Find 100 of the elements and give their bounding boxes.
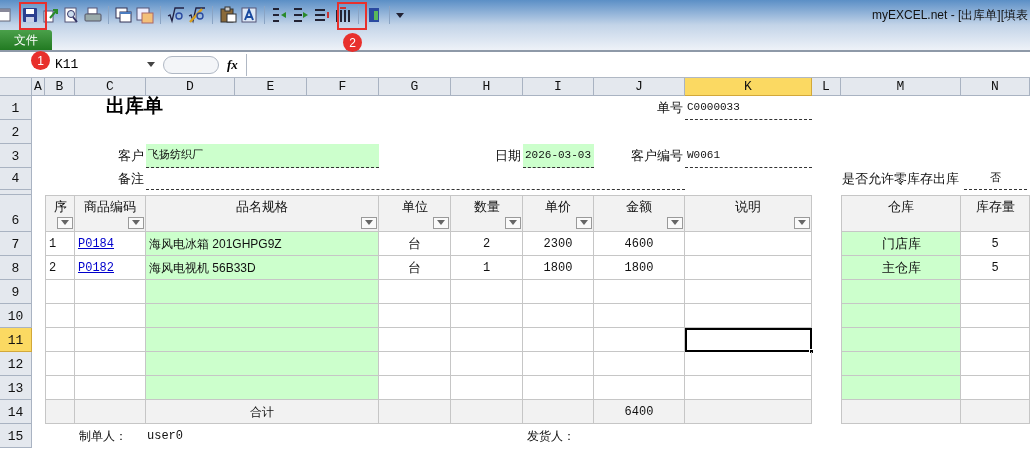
table-cell [379,352,451,376]
table-cell: 2 [45,256,75,280]
row-header[interactable]: 1 [0,96,32,120]
product-code-link[interactable]: P0182 [78,258,114,277]
column-header[interactable]: D [146,78,235,96]
font-icon[interactable] [240,6,258,24]
caret-icon [798,220,806,226]
row-header[interactable]: 10 [0,304,32,328]
column-header[interactable]: I [523,78,594,96]
table-cell [451,352,523,376]
column-header[interactable]: B [45,78,75,96]
table-cell[interactable] [685,304,812,328]
table-cell [379,304,451,328]
table-cell: 1 [45,232,75,256]
row-header[interactable]: 6 [0,195,32,232]
caret-icon [132,220,140,226]
table-cell [75,400,146,424]
row-header[interactable]: 9 [0,280,32,304]
row-header[interactable]: 4 [0,168,32,190]
filter-button[interactable] [361,216,377,229]
search-icon[interactable] [63,6,81,24]
table-cell [961,352,1030,376]
table-cell[interactable] [685,400,812,424]
row-header[interactable]: 7 [0,232,32,256]
formula-icon[interactable] [167,6,185,24]
list-icon[interactable] [313,6,331,24]
field-value[interactable]: 飞扬纺织厂 [146,144,379,168]
table-cell [451,328,523,352]
column-header: 库存量 [975,198,1015,216]
row-header[interactable]: 15 [0,424,32,448]
table-cell[interactable] [685,256,812,280]
table-cell: 2300 [523,232,594,256]
column-header: 仓库 [888,198,914,216]
formula-bar-handle[interactable] [163,55,219,74]
filter-button[interactable] [794,216,810,229]
filter-button[interactable] [433,216,449,229]
row-header[interactable]: 3 [0,144,32,168]
field-value[interactable]: 2026-03-03 [523,144,594,168]
filter-button[interactable] [667,216,683,229]
row-header[interactable]: 14 [0,400,32,424]
name-box[interactable]: K11 [55,55,155,74]
caret-icon [509,220,517,226]
filter-button[interactable] [128,216,144,229]
save-icon[interactable] [21,6,39,24]
image-icon[interactable] [136,6,154,24]
row-header[interactable]: 13 [0,376,32,400]
column-header[interactable]: K [685,78,812,96]
row-header[interactable]: 8 [0,256,32,280]
field-value[interactable]: 否 [964,168,1027,190]
table-cell [45,280,75,304]
caret-icon[interactable] [396,12,404,18]
field-value[interactable]: C0000033 [685,96,812,120]
formula-icon[interactable] [188,6,206,24]
table-cell [523,280,594,304]
table-cell: 6400 [594,400,685,424]
table-cell [451,304,523,328]
table-cell [961,328,1030,352]
table-cell [451,400,523,424]
column-header[interactable]: G [379,78,451,96]
column-header[interactable]: L [812,78,841,96]
field-label: 是否允许零库存出库 [842,170,959,189]
filter-button[interactable] [57,216,73,229]
highlight-frame [337,2,367,30]
filter-button[interactable] [505,216,521,229]
row-header[interactable]: 11 [0,328,32,352]
row-header[interactable]: 2 [0,120,32,144]
field-value[interactable]: W0061 [685,144,812,168]
table-cell: 5 [961,256,1030,280]
table-cell[interactable] [685,352,812,376]
product-code-link[interactable]: P0184 [78,234,114,253]
column-header[interactable]: H [451,78,523,96]
column-header[interactable]: C [75,78,146,96]
table-cell[interactable] [685,328,812,352]
table-cell [961,304,1030,328]
column-header[interactable]: E [235,78,307,96]
columns-icon[interactable] [334,6,352,24]
table-cell: 台 [379,256,451,280]
column-header[interactable]: M [841,78,961,96]
column-header[interactable]: A [32,78,45,96]
printer-icon[interactable] [84,6,102,24]
table-cell [45,400,75,424]
column-header[interactable]: F [307,78,379,96]
file-tab[interactable]: 文件 [0,30,52,50]
caret-icon [61,220,69,226]
table-cell[interactable] [685,232,812,256]
indent-icon[interactable] [271,6,289,24]
windows-icon[interactable] [115,6,133,24]
column-header: 序 [53,198,67,216]
filter-button[interactable] [576,216,592,229]
outdent-icon[interactable] [292,6,310,24]
column-header[interactable]: J [594,78,685,96]
column-header: 数量 [473,198,500,216]
table-cell[interactable] [685,280,812,304]
row-header[interactable]: 12 [0,352,32,376]
column-header[interactable]: N [961,78,1030,96]
column-header: 品名规格 [236,198,288,216]
export-icon[interactable] [42,6,60,24]
clipboard-icon[interactable] [219,6,237,24]
fill-handle[interactable] [809,349,814,354]
caret-icon [671,220,679,226]
